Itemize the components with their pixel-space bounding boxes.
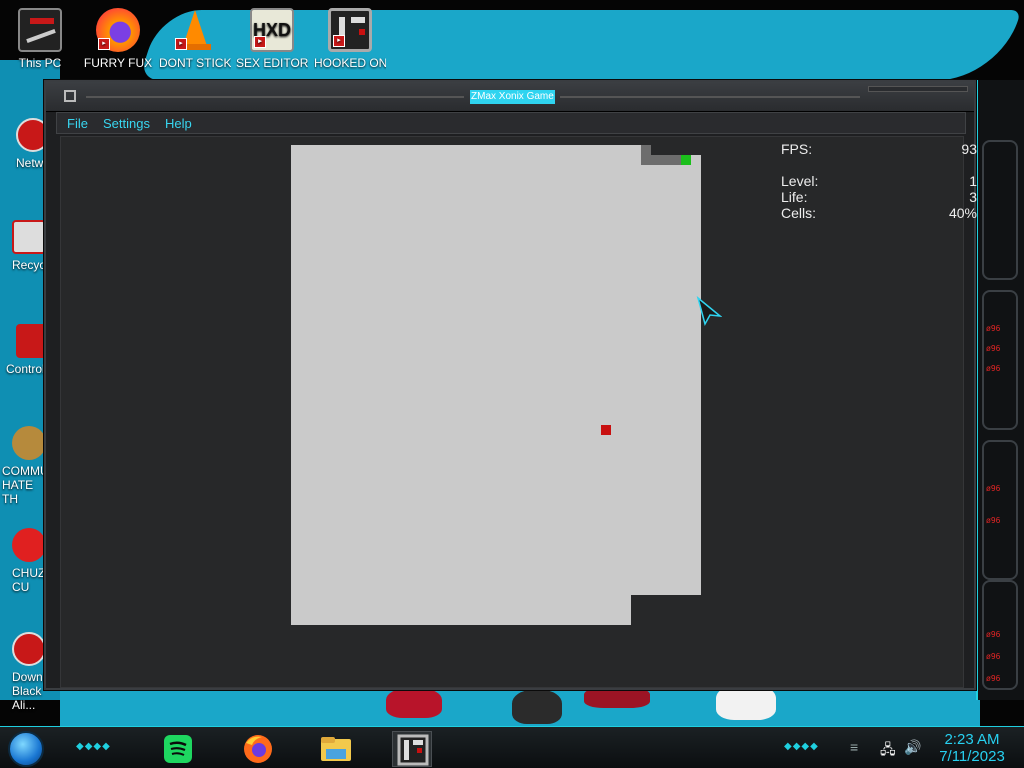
- skin-readout: ø96: [986, 484, 1001, 493]
- skin-readout: ø96: [986, 516, 1001, 525]
- hxd-editor-icon: HXD ▸: [250, 8, 294, 52]
- desktop-icon-sex-editor[interactable]: HXD ▸ SEX EDITOR: [236, 8, 308, 70]
- skin-readout: ø96: [986, 364, 1001, 373]
- stat-value: 40%: [948, 205, 977, 221]
- download-icon: [12, 632, 46, 666]
- firefox-icon: ▸: [96, 8, 140, 52]
- desktop-icon-download[interactable]: Downl Black Ali...: [12, 632, 46, 712]
- file-explorer-icon: [321, 737, 351, 761]
- desktop-icon-label: HOOKED ON XONIX: [314, 56, 386, 70]
- desktop-icon-this-pc[interactable]: This PC: [4, 8, 76, 70]
- skin-readout: ø96: [986, 630, 1001, 639]
- xonix-app-icon: ▸: [328, 8, 372, 52]
- menu-settings[interactable]: Settings: [103, 116, 150, 132]
- menu-help[interactable]: Help: [165, 116, 192, 132]
- desktop-icon-label: DONT STICK THIS IN YO: [159, 56, 231, 70]
- recycle-bin-icon: [12, 220, 46, 254]
- stat-label: FPS:: [781, 141, 813, 157]
- taskbar-decoration: ◆◆◆◆: [76, 741, 111, 752]
- xonix-game-window[interactable]: ZMax Xonix Game File Settings Help FPS: …: [44, 80, 977, 690]
- player-trail: [641, 155, 681, 165]
- skin-side-panel: ø96 ø96 ø96 ø96 ø96 ø96 ø96 ø96: [976, 80, 1024, 700]
- skin-readout: ø96: [986, 324, 1001, 333]
- money-bag-icon: [12, 426, 46, 460]
- shortcut-arrow-icon: ▸: [98, 38, 110, 50]
- board-cutout-bottom-right: [631, 595, 701, 625]
- desktop-icon-label: FURRY FUX: [83, 56, 153, 70]
- taskbar-clock[interactable]: 2:23 AM 7/11/2023: [936, 731, 1008, 765]
- skin-readout: ø96: [986, 344, 1001, 353]
- tray-decoration: ≡: [850, 739, 859, 755]
- desktop-icon-community[interactable]: COMMU HATE TH: [2, 426, 49, 506]
- stat-level: Level: 1: [781, 173, 977, 189]
- player-marker: [681, 155, 691, 165]
- red-character-icon: [12, 528, 46, 562]
- taskbar-xonix[interactable]: [392, 731, 432, 767]
- desktop-icon-label: This PC: [18, 56, 62, 70]
- spotify-icon: [164, 735, 192, 763]
- mouse-cursor-icon: [696, 296, 722, 326]
- shortcut-arrow-icon: ▸: [254, 36, 266, 48]
- firefox-icon: [244, 735, 272, 763]
- xonix-app-icon[interactable]: [64, 90, 76, 102]
- desktop-icon-recycle-bin[interactable]: Recycl: [12, 220, 48, 272]
- desktop-icon-label: Control: [6, 362, 45, 376]
- desktop-icon-label: COMMU HATE TH: [2, 464, 49, 506]
- taskbar: ◆◆◆◆ ◆◆◆◆ ≡ 🖧 🔊 2:23 AM 7/11/2023: [0, 726, 1024, 768]
- start-orb-icon[interactable]: [8, 731, 44, 767]
- desktop-icon-hooked-on-xonix[interactable]: ▸ HOOKED ON XONIX: [314, 8, 386, 70]
- vlc-cone-icon: ▸: [173, 8, 217, 52]
- network-icon[interactable]: 🖧: [880, 739, 896, 763]
- desktop-icon-chuz[interactable]: CHUZ CU: [12, 528, 46, 594]
- stat-fps: FPS: 93: [781, 141, 977, 157]
- shortcut-arrow-icon: ▸: [175, 38, 187, 50]
- game-client-area[interactable]: FPS: 93 Level: 1 Life: 3 Cells: 40%: [60, 136, 977, 688]
- xonix-app-icon: [397, 734, 429, 766]
- taskbar-spotify[interactable]: [158, 731, 198, 767]
- desktop-icon-furry-fux[interactable]: ▸ FURRY FUX: [82, 8, 154, 70]
- stat-label: Cells:: [781, 205, 817, 221]
- window-title: ZMax Xonix Game: [470, 90, 555, 104]
- shortcut-arrow-icon: ▸: [333, 35, 345, 47]
- stat-label: Level:: [781, 173, 819, 189]
- desktop-icon-vlc[interactable]: ▸ DONT STICK THIS IN YO: [159, 8, 231, 70]
- menu-file[interactable]: File: [67, 116, 88, 132]
- skin-readout: ø96: [986, 652, 1001, 661]
- taskbar-firefox[interactable]: [238, 731, 278, 767]
- desktop-icon-label: Netw: [16, 156, 44, 170]
- stat-cells: Cells: 40%: [781, 205, 977, 221]
- desktop-icon-label: CHUZ CU: [12, 566, 46, 594]
- stat-label: Life:: [781, 189, 808, 205]
- clock-date: 7/11/2023: [939, 748, 1005, 765]
- enemy-ball: [601, 425, 611, 435]
- taskbar-decoration: ◆◆◆◆: [784, 741, 819, 752]
- stat-value: 3: [969, 189, 977, 205]
- menu-bar: File Settings Help: [56, 112, 966, 134]
- computer-icon: [18, 8, 62, 52]
- stat-value: 93: [961, 141, 977, 157]
- stat-value: 1: [969, 173, 977, 189]
- skin-readout: ø96: [986, 674, 1001, 683]
- taskbar-file-explorer[interactable]: [316, 731, 356, 767]
- volume-icon[interactable]: 🔊: [904, 739, 921, 756]
- window-titlebar[interactable]: ZMax Xonix Game: [46, 82, 974, 112]
- game-board[interactable]: [291, 145, 701, 625]
- desktop-icon-label: Downl Black Ali...: [12, 670, 46, 712]
- clock-time: 2:23 AM: [944, 731, 1000, 748]
- stat-life: Life: 3: [781, 189, 977, 205]
- desktop-icon-label: SEX EDITOR: [236, 56, 308, 70]
- desktop-icon-label: Recycl: [12, 258, 49, 272]
